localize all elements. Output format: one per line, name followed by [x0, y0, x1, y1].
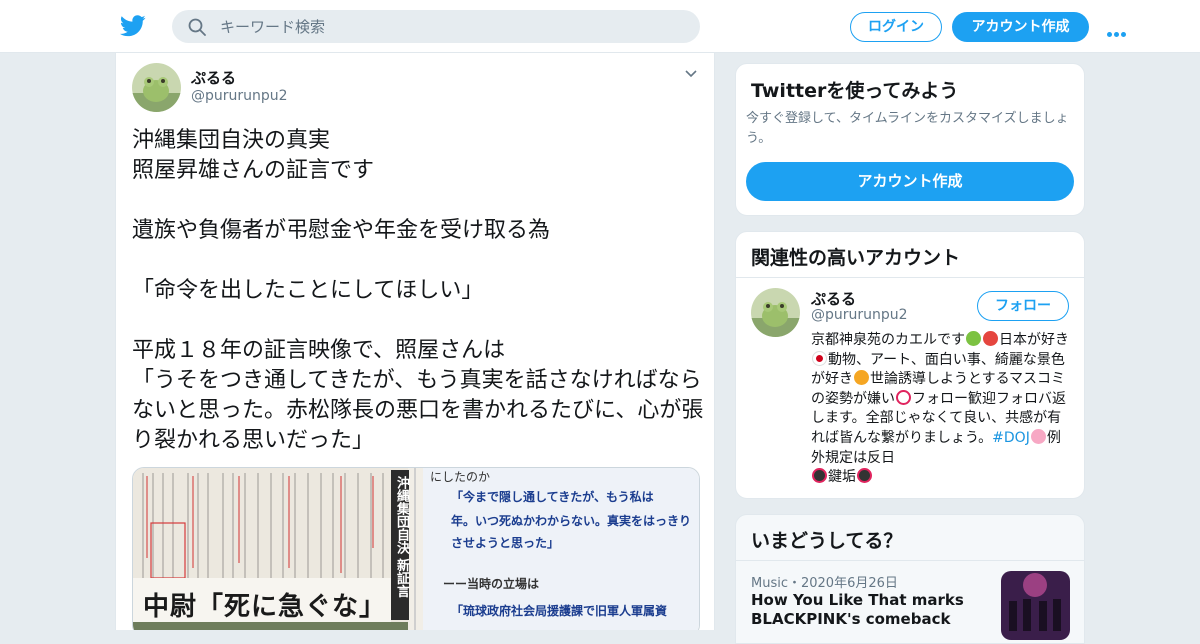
frog-avatar-icon	[751, 288, 800, 337]
author-handle[interactable]: @pururunpu2	[191, 88, 288, 104]
signup-prompt-card: Twitterを使ってみよう 今すぐ登録して、タイムラインをカスタマイズしましょ…	[735, 63, 1085, 216]
frog-emoji-icon	[966, 331, 981, 346]
blossom-emoji-icon	[1030, 428, 1046, 444]
related-name[interactable]: ぷるる	[811, 288, 856, 309]
frog-avatar-icon	[132, 63, 181, 112]
search-input[interactable]	[220, 10, 680, 43]
search-icon	[188, 18, 206, 36]
no-pedestrians-emoji-icon	[857, 468, 872, 484]
media-vertical-heading: 沖縄集団自決 新証言	[394, 476, 409, 598]
trends-title: いまどうしてる？	[751, 530, 903, 552]
signup-prompt-description: 今すぐ登録して、タイムラインをカスタマイズしましょう。	[746, 111, 1069, 146]
tweet-media-image[interactable]: 沖縄集団自決 新証言 中尉「死に急ぐな」 にしたのか 「今まで隠し通してきたが、…	[132, 467, 700, 630]
hashtag-link[interactable]: #DOJ	[992, 430, 1030, 446]
media-big-headline: 中尉「死に急ぐな」	[143, 592, 387, 622]
beach-emoji-icon	[854, 370, 869, 386]
bio-text: 鍵垢	[828, 469, 856, 486]
media-question: ーー当時の立場は	[443, 577, 540, 591]
media-quote1-line3: させようと思った」	[451, 536, 560, 550]
twitter-bird-icon[interactable]	[120, 14, 146, 38]
media-right-top: にしたのか	[430, 470, 491, 484]
tweet-card: ぷるる @pururunpu2 沖縄集団自決の真実 照屋昇雄さんの証言です 遺族…	[115, 53, 715, 630]
divider	[736, 560, 1084, 561]
author-avatar[interactable]	[132, 63, 181, 112]
author-name[interactable]: ぷるる	[191, 67, 236, 88]
media-quote2-line1: 「琉球政府社会局援護課で旧軍人軍属資	[451, 604, 668, 618]
signup-button[interactable]: アカウント作成	[952, 12, 1089, 42]
top-navigation-bar: ログイン アカウント作成	[0, 0, 1200, 53]
related-accounts-card: 関連性の高いアカウント ぷるる @pururunpu2 フォロー 京都神泉苑のカ…	[735, 231, 1085, 499]
japan-flag-emoji-icon	[812, 350, 827, 366]
bio-text: 日本が好き	[999, 332, 1069, 348]
login-button[interactable]: ログイン	[850, 12, 942, 42]
related-accounts-title: 関連性の高いアカウント	[751, 247, 961, 269]
no-pedestrians-emoji-icon	[812, 468, 827, 484]
related-handle[interactable]: @pururunpu2	[811, 307, 908, 323]
media-quote1-line2: 年。いつ死ぬかわからない。真実をはっきり	[451, 514, 692, 528]
search-box[interactable]	[172, 10, 700, 43]
bio-text: 京都神泉苑のカエルです	[811, 332, 965, 348]
trends-card: いまどうしてる？ Music・2020年6月26日 How You Like T…	[735, 514, 1085, 644]
chevron-down-icon[interactable]	[684, 69, 698, 79]
mushroom-emoji-icon	[983, 331, 998, 346]
tweet-text: 沖縄集団自決の真実 照屋昇雄さんの証言です 遺族や負傷者が弔慰金や年金を受け取る…	[132, 128, 704, 453]
follow-button[interactable]: フォロー	[977, 291, 1069, 321]
signup-prompt-title: Twitterを使ってみよう	[751, 80, 959, 102]
trend-title[interactable]: How You Like That marks BLACKPINK's come…	[751, 591, 981, 629]
more-options-icon[interactable]	[1107, 22, 1131, 37]
media-quote1-line1: 「今まで隠し通してきたが、もう私は	[451, 490, 654, 504]
signup-prompt-button[interactable]: アカウント作成	[746, 162, 1074, 201]
prohibited-emoji-icon	[896, 389, 911, 405]
divider	[736, 277, 1084, 278]
related-avatar[interactable]	[751, 288, 800, 337]
related-bio: 京都神泉苑のカエルです 日本が好き動物、アート、面白い事、綺麗な景色が好き 世論誘導…	[811, 331, 1073, 488]
trend-meta: Music・2020年6月26日	[751, 576, 898, 591]
